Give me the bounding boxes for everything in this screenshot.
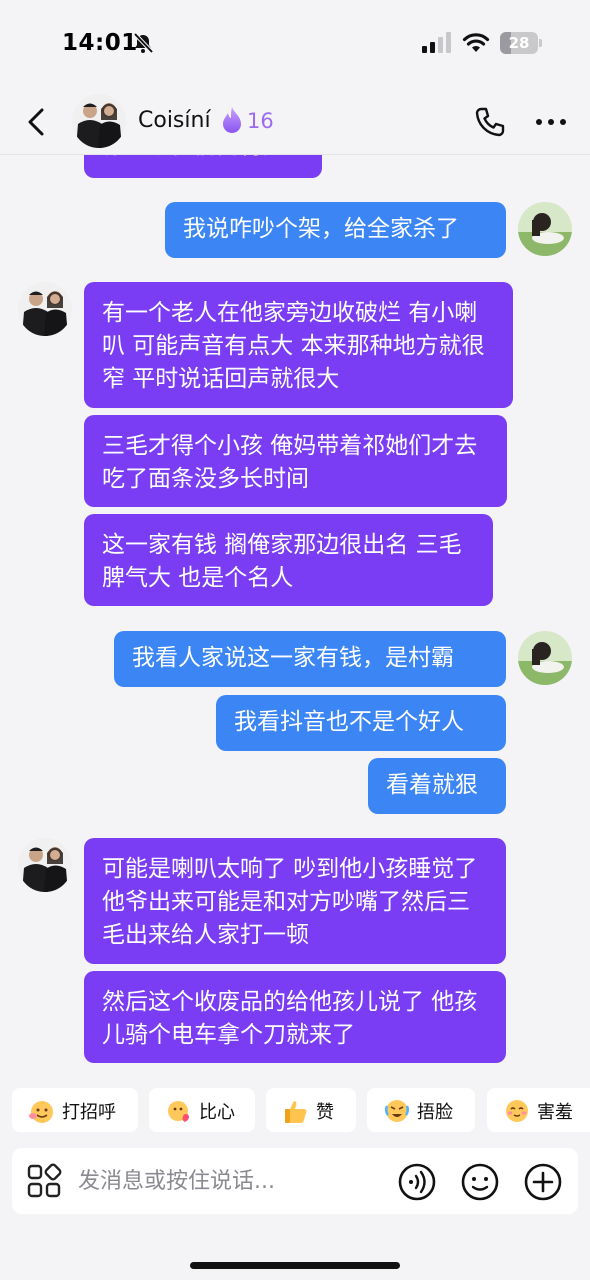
message-input[interactable] [78,1148,378,1214]
emoji-picker-icon[interactable] [460,1162,500,1202]
quick-reply-like[interactable]: 赞 [266,1088,356,1132]
quick-reply-label: 赞 [316,1102,334,1123]
streak-count: 16 [247,109,274,133]
home-indicator[interactable] [190,1262,400,1269]
message-bubble-received[interactable]: 有一个老人在他家旁边收破烂 有小喇叭 可能声音有点大 本来那种地方就很窄 平时说… [84,282,513,408]
message-bubble-received[interactable]: 三毛才得个小孩 俺妈带着祁她们才去吃了面条没多长时间 [84,415,507,507]
own-avatar-image [518,631,572,685]
more-options-icon[interactable] [536,119,566,125]
quick-reply-facepalm[interactable]: 捂脸 [367,1088,475,1132]
shy-emoji-icon [506,1100,528,1122]
message-bubble-received[interactable]: 这一家有钱 搁俺家那边很出名 三毛脾气大 也是个名人 [84,514,493,606]
wifi-icon [462,33,490,52]
quick-reply-label: 害羞 [537,1102,573,1123]
phone-call-icon[interactable] [474,106,506,138]
header-contact-avatar[interactable] [72,94,126,148]
wave-emoji-icon [29,1101,53,1123]
own-avatar-image [518,202,572,256]
quick-reply-label: 打招呼 [62,1102,116,1123]
chat-header: Coisíní 16 [0,90,590,155]
back-arrow-icon[interactable] [22,106,52,138]
contact-avatar-image [18,282,72,336]
message-bubble-sent[interactable]: 我说咋吵个架，给全家杀了 [165,202,506,258]
contact-name[interactable]: Coisíní [138,108,211,133]
header-avatar-image [72,94,126,148]
thumbs-up-emoji-icon [285,1101,307,1123]
heart-hands-emoji-icon [168,1101,189,1122]
battery-indicator: 28 [500,32,542,54]
contact-avatar[interactable] [18,282,72,336]
own-avatar[interactable] [518,202,572,256]
message-bubble-sent[interactable]: 看着就狠 [368,758,506,814]
contact-avatar-image [18,838,72,892]
voice-input-icon[interactable] [397,1162,437,1202]
message-bubble-sent[interactable]: 我看抖音也不是个好人 [216,695,506,751]
quick-reply-shy[interactable]: 害羞 [487,1088,590,1132]
quick-reply-wave[interactable]: 打招呼 [12,1088,138,1132]
contact-avatar[interactable] [18,838,72,892]
status-bar: 14:01 28 [0,0,590,88]
quick-reply-heart[interactable]: 比心 [149,1088,255,1132]
apps-grid-icon[interactable] [26,1163,62,1199]
message-composer [12,1148,578,1214]
quick-reply-label: 比心 [199,1102,235,1123]
own-avatar[interactable] [518,631,572,685]
message-bubble-received[interactable]: 然后这个收废品的给他孩儿说了 他孩儿骑个电车拿个刀就来了 [84,971,506,1063]
cellular-signal-icon [422,32,451,53]
quick-reply-row[interactable]: 打招呼 比心 赞 捂脸 害羞 [0,1088,590,1134]
bell-muted-icon [133,32,154,54]
flame-streak-icon [223,107,241,133]
facepalm-emoji-icon [384,1100,410,1122]
quick-reply-label: 捂脸 [417,1102,453,1123]
message-bubble-sent[interactable]: 我看人家说这一家有钱，是村霸 [114,631,506,687]
message-bubble-received[interactable]: 可能是喇叭太响了 吵到他小孩睡觉了 他爷出来可能是和对方吵嘴了然后三毛出来给人家… [84,838,506,964]
battery-percentage: 28 [508,34,530,52]
add-attachment-icon[interactable] [523,1162,563,1202]
status-time: 14:01 [62,30,138,56]
